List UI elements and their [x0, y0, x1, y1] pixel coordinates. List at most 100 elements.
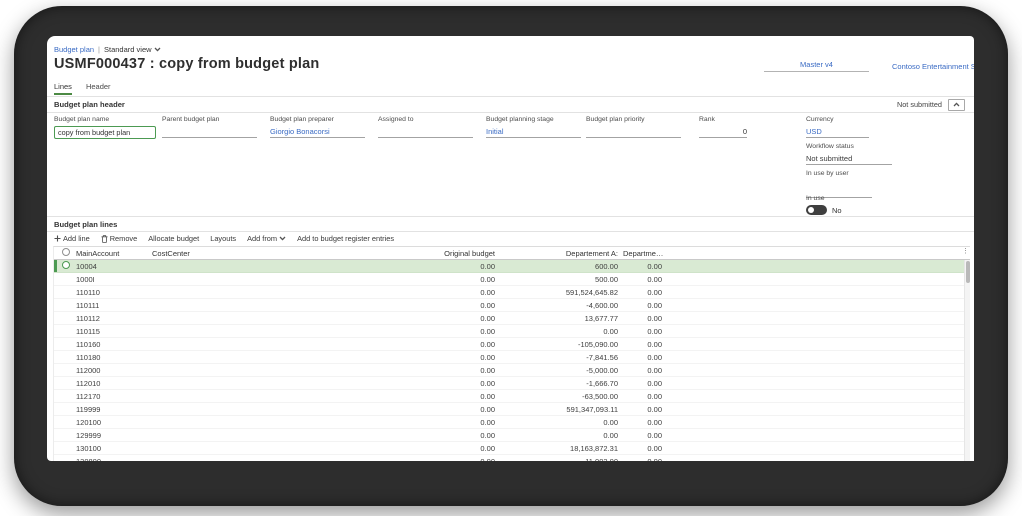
- cell-main-account[interactable]: 110112: [76, 314, 152, 323]
- add-line-button[interactable]: Add line: [54, 234, 90, 243]
- cell-main-account[interactable]: 110115: [76, 327, 152, 336]
- budget-plan-preparer-link[interactable]: Giorgio Bonacorsi: [270, 126, 365, 138]
- table-row[interactable]: 120100 0.00 0.00 0.00: [54, 416, 970, 429]
- cell-original-budget[interactable]: 0.00: [330, 379, 495, 388]
- allocate-budget-button[interactable]: Allocate budget: [148, 234, 199, 243]
- table-row[interactable]: 130100 0.00 18,163,872.31 0.00: [54, 442, 970, 455]
- cell-main-account[interactable]: 120100: [76, 418, 152, 427]
- collapse-section-button[interactable]: [948, 98, 965, 111]
- cell-original-budget[interactable]: 0.00: [330, 327, 495, 336]
- company-link[interactable]: Contoso Entertainment System: [892, 62, 974, 71]
- cell-dept-a[interactable]: -63,500.00: [495, 392, 618, 401]
- cell-main-account[interactable]: 129999: [76, 431, 152, 440]
- tab-header[interactable]: Header: [86, 82, 111, 95]
- cell-dept-b[interactable]: 0.00: [618, 262, 662, 271]
- cell-dept-b[interactable]: 0.00: [618, 288, 662, 297]
- table-row[interactable]: 130800 0.00 11,002.00 0.00: [54, 455, 970, 462]
- cell-dept-b[interactable]: 0.00: [618, 379, 662, 388]
- cell-dept-b[interactable]: 0.00: [618, 457, 662, 462]
- table-row[interactable]: 110110 0.00 591,524,645.82 0.00: [54, 286, 970, 299]
- select-all-radio[interactable]: [62, 248, 70, 256]
- cell-original-budget[interactable]: 0.00: [330, 353, 495, 362]
- cell-main-account[interactable]: 10004: [76, 262, 152, 271]
- cell-main-account[interactable]: 130800: [76, 457, 152, 462]
- table-row[interactable]: 10004 0.00 600.00 0.00: [54, 260, 970, 273]
- column-header-dept-b[interactable]: Departme…: [618, 249, 667, 258]
- cell-dept-a[interactable]: 0.00: [495, 418, 618, 427]
- cell-original-budget[interactable]: 0.00: [330, 314, 495, 323]
- cell-original-budget[interactable]: 0.00: [330, 262, 495, 271]
- cell-dept-b[interactable]: 0.00: [618, 353, 662, 362]
- cell-dept-b[interactable]: 0.00: [618, 275, 662, 284]
- column-header-cost-center[interactable]: CostCenter: [152, 249, 330, 258]
- cell-dept-b[interactable]: 0.00: [618, 392, 662, 401]
- cell-original-budget[interactable]: 0.00: [330, 418, 495, 427]
- cell-main-account[interactable]: 130100: [76, 444, 152, 453]
- cell-dept-a[interactable]: 13,677.77: [495, 314, 618, 323]
- table-row[interactable]: 112000 0.00 -5,000.00 0.00: [54, 364, 970, 377]
- table-row[interactable]: 110180 0.00 -7,841.56 0.00: [54, 351, 970, 364]
- cell-original-budget[interactable]: 0.00: [330, 301, 495, 310]
- currency-link[interactable]: USD: [806, 126, 869, 138]
- cell-original-budget[interactable]: 0.00: [330, 275, 495, 284]
- cell-original-budget[interactable]: 0.00: [330, 340, 495, 349]
- cell-dept-a[interactable]: 591,524,645.82: [495, 288, 618, 297]
- table-row[interactable]: 110115 0.00 0.00 0.00: [54, 325, 970, 338]
- cell-dept-a[interactable]: -1,666.70: [495, 379, 618, 388]
- cell-original-budget[interactable]: 0.00: [330, 288, 495, 297]
- cell-dept-b[interactable]: 0.00: [618, 366, 662, 375]
- cell-dept-b[interactable]: 0.00: [618, 405, 662, 414]
- cell-dept-a[interactable]: 11,002.00: [495, 457, 618, 462]
- table-row[interactable]: 110112 0.00 13,677.77 0.00: [54, 312, 970, 325]
- cell-dept-a[interactable]: 18,163,872.31: [495, 444, 618, 453]
- breadcrumb-budget-plan-link[interactable]: Budget plan: [54, 45, 94, 54]
- layout-selector[interactable]: Master v4: [764, 60, 869, 72]
- cell-dept-b[interactable]: 0.00: [618, 431, 662, 440]
- assigned-to-input[interactable]: [378, 126, 473, 138]
- cell-dept-b[interactable]: 0.00: [618, 301, 662, 310]
- add-from-button[interactable]: Add from: [247, 234, 286, 243]
- budget-planning-stage-link[interactable]: Initial: [486, 126, 581, 138]
- table-row[interactable]: 129999 0.00 0.00 0.00: [54, 429, 970, 442]
- cell-dept-a[interactable]: -105,090.00: [495, 340, 618, 349]
- cell-main-account[interactable]: 110110: [76, 288, 152, 297]
- cell-original-budget[interactable]: 0.00: [330, 405, 495, 414]
- rank-input[interactable]: 0: [699, 126, 747, 138]
- column-header-original-budget[interactable]: Original budget: [330, 249, 495, 258]
- cell-main-account[interactable]: 110111: [76, 301, 152, 310]
- cell-dept-a[interactable]: 0.00: [495, 431, 618, 440]
- table-row[interactable]: 112170 0.00 -63,500.00 0.00: [54, 390, 970, 403]
- cell-original-budget[interactable]: 0.00: [330, 457, 495, 462]
- table-row[interactable]: 110111 0.00 -4,600.00 0.00: [54, 299, 970, 312]
- cell-original-budget[interactable]: 0.00: [330, 366, 495, 375]
- budget-plan-name-input[interactable]: copy from budget plan: [54, 126, 156, 139]
- row-radio[interactable]: [62, 261, 70, 269]
- cell-dept-b[interactable]: 0.00: [618, 327, 662, 336]
- add-to-budget-register-entries-button[interactable]: Add to budget register entries: [297, 234, 394, 243]
- cell-original-budget[interactable]: 0.00: [330, 431, 495, 440]
- cell-dept-a[interactable]: 591,347,093.11: [495, 405, 618, 414]
- cell-main-account[interactable]: 110180: [76, 353, 152, 362]
- cell-dept-a[interactable]: -7,841.56: [495, 353, 618, 362]
- cell-dept-a[interactable]: 600.00: [495, 262, 618, 271]
- table-row[interactable]: 112010 0.00 -1,666.70 0.00: [54, 377, 970, 390]
- table-row[interactable]: 119999 0.00 591,347,093.11 0.00: [54, 403, 970, 416]
- view-selector[interactable]: Standard view: [104, 45, 161, 54]
- table-row[interactable]: 110160 0.00 -105,090.00 0.00: [54, 338, 970, 351]
- cell-dept-a[interactable]: 0.00: [495, 327, 618, 336]
- grid-options-icon[interactable]: ⋮: [962, 248, 969, 255]
- column-header-main-account[interactable]: MainAccount: [76, 249, 152, 258]
- grid-vertical-scrollbar[interactable]: [964, 260, 970, 461]
- cell-original-budget[interactable]: 0.00: [330, 444, 495, 453]
- cell-dept-a[interactable]: -5,000.00: [495, 366, 618, 375]
- cell-main-account[interactable]: 112010: [76, 379, 152, 388]
- layouts-button[interactable]: Layouts: [210, 234, 236, 243]
- cell-dept-a[interactable]: -4,600.00: [495, 301, 618, 310]
- cell-main-account[interactable]: 119999: [76, 405, 152, 414]
- cell-dept-b[interactable]: 0.00: [618, 418, 662, 427]
- cell-original-budget[interactable]: 0.00: [330, 392, 495, 401]
- cell-dept-b[interactable]: 0.00: [618, 444, 662, 453]
- in-use-toggle[interactable]: [806, 205, 827, 215]
- remove-button[interactable]: Remove: [101, 234, 137, 243]
- tab-lines[interactable]: Lines: [54, 82, 72, 95]
